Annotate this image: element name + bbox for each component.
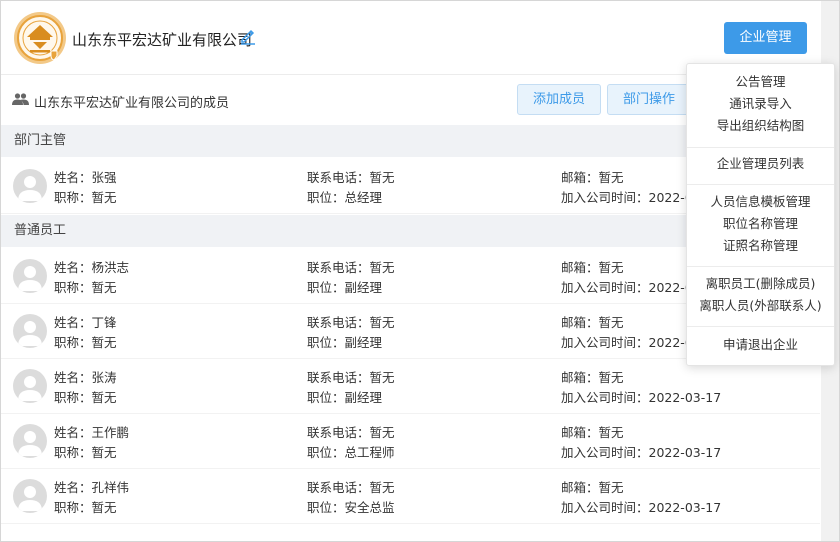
member-joined: 加入公司时间：2022-03 — [561, 190, 701, 205]
menu-item-profile-template[interactable]: 人员信息模板管理 — [687, 192, 834, 212]
avatar — [13, 369, 47, 403]
enterprise-manage-dropdown: 公告管理 通讯录导入 导出组织结构图 企业管理员列表 人员信息模板管理 职位名称… — [686, 63, 835, 366]
avatar — [13, 169, 47, 203]
member-name: 姓名：杨洪志 — [54, 260, 130, 275]
member-name: 姓名：孔祥伟 — [54, 480, 130, 495]
menu-item-resigned-delete[interactable]: 离职员工(删除成员) — [687, 274, 834, 294]
enterprise-manage-button[interactable]: 企业管理 — [724, 22, 807, 54]
people-icon — [12, 93, 29, 105]
avatar — [13, 259, 47, 293]
edit-icon[interactable] — [239, 27, 257, 45]
member-name: 姓名：王作鹏 — [54, 425, 130, 440]
member-joined: 加入公司时间：2022-03 — [561, 335, 701, 350]
menu-item-resigned-external[interactable]: 离职人员(外部联系人) — [687, 296, 834, 316]
member-row[interactable]: 姓名：张涛 职称：暂无 联系电话：暂无 职位：副经理 邮箱：暂无 加入公司时间：… — [1, 359, 820, 414]
member-email: 邮箱：暂无 — [561, 370, 624, 385]
menu-divider — [687, 147, 834, 148]
member-phone: 联系电话：暂无 — [307, 480, 395, 495]
menu-item-license-names[interactable]: 证照名称管理 — [687, 236, 834, 256]
menu-divider — [687, 326, 834, 327]
member-position: 职位：副经理 — [307, 280, 383, 295]
menu-item-admin-list[interactable]: 企业管理员列表 — [687, 154, 834, 174]
member-joined: 加入公司时间：2022-03 — [561, 280, 701, 295]
company-name: 山东东平宏达矿业有限公司 — [72, 31, 253, 49]
member-email: 邮箱：暂无 — [561, 480, 624, 495]
member-email: 邮箱：暂无 — [561, 315, 624, 330]
member-title: 职称：暂无 — [54, 390, 117, 405]
menu-divider — [687, 266, 834, 267]
member-title: 职称：暂无 — [54, 445, 117, 460]
member-email: 邮箱：暂无 — [561, 170, 624, 185]
member-joined: 加入公司时间：2022-03-17 — [561, 500, 722, 515]
member-row[interactable]: 姓名：孔祥伟 职称：暂无 联系电话：暂无 职位：安全总监 邮箱：暂无 加入公司时… — [1, 469, 820, 524]
member-phone: 联系电话：暂无 — [307, 425, 395, 440]
member-title: 职称：暂无 — [54, 190, 117, 205]
member-position: 职位：总工程师 — [307, 445, 395, 460]
member-email: 邮箱：暂无 — [561, 425, 624, 440]
menu-item-leave-enterprise[interactable]: 申请退出企业 — [687, 335, 834, 355]
member-title: 职称：暂无 — [54, 280, 117, 295]
dept-ops-button[interactable]: 部门操作 — [607, 84, 691, 115]
member-position: 职位：总经理 — [307, 190, 383, 205]
member-position: 职位：安全总监 — [307, 500, 395, 515]
avatar — [13, 479, 47, 513]
member-position: 职位：副经理 — [307, 390, 383, 405]
menu-item-position-names[interactable]: 职位名称管理 — [687, 214, 834, 234]
member-title: 职称：暂无 — [54, 500, 117, 515]
avatar — [13, 424, 47, 458]
menu-item-export-org-chart[interactable]: 导出组织结构图 — [687, 116, 834, 136]
member-title: 职称：暂无 — [54, 335, 117, 350]
member-name: 姓名：张涛 — [54, 370, 117, 385]
menu-divider — [687, 184, 834, 185]
menu-item-import-contacts[interactable]: 通讯录导入 — [687, 94, 834, 114]
member-name: 姓名：张强 — [54, 170, 117, 185]
members-title: 山东东平宏达矿业有限公司的成员 — [34, 96, 230, 111]
member-position: 职位：副经理 — [307, 335, 383, 350]
member-phone: 联系电话：暂无 — [307, 260, 395, 275]
member-name: 姓名：丁锋 — [54, 315, 117, 330]
member-phone: 联系电话：暂无 — [307, 315, 395, 330]
member-joined: 加入公司时间：2022-03-17 — [561, 445, 722, 460]
avatar — [13, 314, 47, 348]
member-row[interactable]: 姓名：王作鹏 职称：暂无 联系电话：暂无 职位：总工程师 邮箱：暂无 加入公司时… — [1, 414, 820, 469]
menu-item-announcements[interactable]: 公告管理 — [687, 72, 834, 92]
member-phone: 联系电话：暂无 — [307, 370, 395, 385]
member-phone: 联系电话：暂无 — [307, 170, 395, 185]
member-joined: 加入公司时间：2022-03-17 — [561, 390, 722, 405]
add-member-button[interactable]: 添加成员 — [517, 84, 601, 115]
member-email: 邮箱：暂无 — [561, 260, 624, 275]
company-logo — [14, 12, 66, 64]
